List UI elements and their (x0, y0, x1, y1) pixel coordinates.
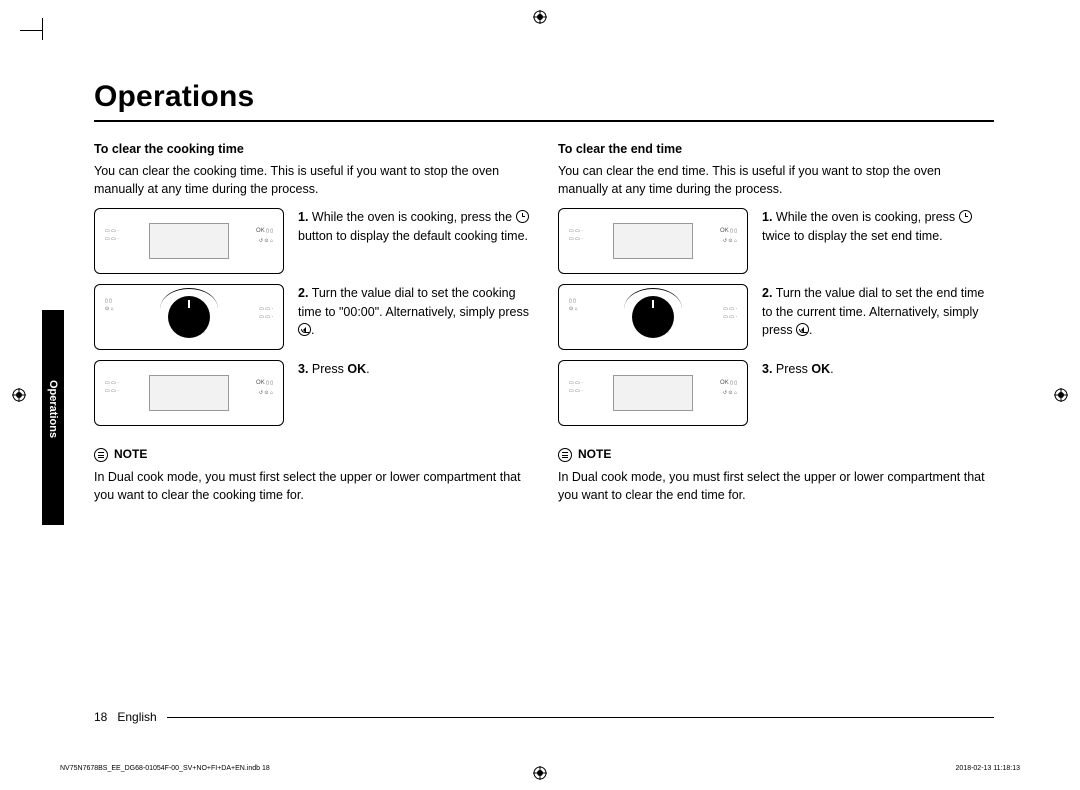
step-number: 3. (298, 362, 308, 376)
note-header-left: NOTE (94, 446, 530, 463)
step-1-right: ▭ ▭ ·▭ ▭ · OK ▯ ▯↺ ⊙ ⌂ 1. While the oven… (558, 208, 994, 274)
clock-icon (959, 210, 972, 223)
note-label: NOTE (114, 446, 147, 463)
back-icon (298, 323, 311, 336)
page-footer: 18 English (94, 710, 994, 724)
registration-mark-right-icon (1054, 388, 1068, 402)
intro-left: You can clear the cooking time. This is … (94, 162, 530, 198)
step-number: 2. (298, 286, 308, 300)
note-text-right: In Dual cook mode, you must first select… (558, 468, 994, 504)
step-text: Turn the value dial to set the cooking t… (298, 286, 529, 318)
step-number: 1. (298, 210, 308, 224)
step-text: . (366, 362, 369, 376)
step-text: . (830, 362, 833, 376)
side-tab-operations: Operations (42, 310, 64, 525)
page-title: Operations (94, 80, 994, 114)
clock-icon (516, 210, 529, 223)
step-text: . (809, 323, 812, 337)
note-icon (558, 448, 572, 462)
back-icon (796, 323, 809, 336)
footer-rule (167, 717, 994, 718)
step-text: . (311, 323, 314, 337)
oven-control-panel-icon: ▭ ▭ ·▭ ▭ · OK ▯ ▯↺ ⊙ ⌂ (558, 360, 748, 426)
footer-language: English (117, 710, 156, 724)
oven-dial-panel-icon: ▯ ▯⊙ ⌂ ▭ ▭ ·▭ ▭ · (94, 284, 284, 350)
step-text: While the oven is cooking, press the (312, 210, 516, 224)
oven-control-panel-icon: ▭ ▭ ·▭ ▭ · OK ▯ ▯↺ ⊙ ⌂ (94, 208, 284, 274)
oven-control-panel-icon: ▭ ▭ ·▭ ▭ · OK ▯ ▯↺ ⊙ ⌂ (558, 208, 748, 274)
oven-dial-panel-icon: ▯ ▯⊙ ⌂ ▭ ▭ ·▭ ▭ · (558, 284, 748, 350)
print-file-path: NV75N7678BS_EE_DG68-01054F-00_SV+NO+FI+D… (60, 765, 270, 772)
step-3-left: ▭ ▭ ·▭ ▭ · OK ▯ ▯↺ ⊙ ⌂ 3. Press OK. (94, 360, 530, 426)
intro-right: You can clear the end time. This is usef… (558, 162, 994, 198)
ok-label: OK (347, 362, 366, 376)
step-2-right: ▯ ▯⊙ ⌂ ▭ ▭ ·▭ ▭ · 2. Turn the value dial… (558, 284, 994, 350)
note-icon (94, 448, 108, 462)
step-2-left: ▯ ▯⊙ ⌂ ▭ ▭ ·▭ ▭ · 2. Turn the value dial… (94, 284, 530, 350)
page-content: Operations To clear the cooking time You… (94, 80, 994, 504)
step-number: 1. (762, 210, 772, 224)
note-label: NOTE (578, 446, 611, 463)
step-text: twice to display the set end time. (762, 229, 943, 243)
step-text: button to display the default cooking ti… (298, 229, 528, 243)
step-1-left: ▭ ▭ ·▭ ▭ · OK ▯ ▯↺ ⊙ ⌂ 1. While the oven… (94, 208, 530, 274)
page-number: 18 (94, 710, 107, 724)
step-text: Press (776, 362, 811, 376)
step-number: 2. (762, 286, 772, 300)
subhead-clear-end-time: To clear the end time (558, 140, 994, 158)
oven-control-panel-icon: ▭ ▭ ·▭ ▭ · OK ▯ ▯↺ ⊙ ⌂ (94, 360, 284, 426)
column-right: To clear the end time You can clear the … (558, 140, 994, 504)
print-timestamp: 2018-02-13 11:18:13 (956, 765, 1020, 772)
column-left: To clear the cooking time You can clear … (94, 140, 530, 504)
ok-label: OK (811, 362, 830, 376)
step-3-right: ▭ ▭ ·▭ ▭ · OK ▯ ▯↺ ⊙ ⌂ 3. Press OK. (558, 360, 994, 426)
crop-mark-icon (20, 30, 42, 31)
step-text: Press (312, 362, 347, 376)
registration-mark-top-icon (533, 10, 547, 24)
title-rule (94, 120, 994, 122)
subhead-clear-cooking-time: To clear the cooking time (94, 140, 530, 158)
step-number: 3. (762, 362, 772, 376)
note-text-left: In Dual cook mode, you must first select… (94, 468, 530, 504)
crop-mark-icon (42, 18, 43, 40)
step-text: While the oven is cooking, press (776, 210, 959, 224)
print-footer: NV75N7678BS_EE_DG68-01054F-00_SV+NO+FI+D… (60, 765, 1020, 772)
registration-mark-left-icon (12, 388, 26, 402)
note-header-right: NOTE (558, 446, 994, 463)
